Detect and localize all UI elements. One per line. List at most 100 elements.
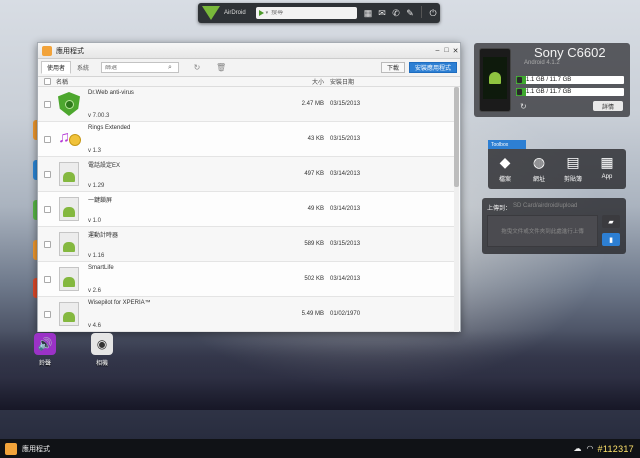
android-icon <box>489 72 501 84</box>
taskbar: 應用程式 ☁ ◠ #112317 <box>0 439 640 458</box>
select-all-checkbox[interactable] <box>38 78 56 85</box>
app-size: 2.47 MB <box>301 101 324 107</box>
table-row[interactable]: Wisepilot for XPERIA™ v 4.6 5.49 MB 01/02… <box>38 297 454 332</box>
table-row[interactable]: Dr.Web anti-virus v 7.00.3 2.47 MB 03/15/… <box>38 87 454 122</box>
power-icon[interactable]: ⏻ <box>426 6 440 20</box>
upload-file-button[interactable]: ▮ <box>602 233 620 246</box>
row-checkbox[interactable] <box>38 240 56 248</box>
apps-icon[interactable] <box>5 442 17 455</box>
details-button[interactable]: 詳情 <box>593 101 623 111</box>
app-size: 5.49 MB <box>301 311 324 317</box>
storage-text: 1.1 GB / 11.7 GB <box>526 89 572 95</box>
filter-input[interactable] <box>102 64 169 71</box>
app-version: v 1.16 <box>88 252 105 259</box>
storage-text: 1.1 GB / 11.7 GB <box>526 77 572 83</box>
app-name: 運動計時器 <box>88 232 119 239</box>
app-date: 03/14/2013 <box>330 206 361 212</box>
row-checkbox[interactable] <box>38 205 56 213</box>
speaker-icon: 🔊 <box>34 333 56 355</box>
app-name: 一鍵鎖屏 <box>88 197 113 204</box>
tool-label: App <box>601 174 613 180</box>
table-row[interactable]: 一鍵鎖屏 v 1.0 49 KB 03/14/2013 <box>38 192 454 227</box>
app-name: Dr.Web anti-virus <box>88 89 134 96</box>
app-name: 電話設定EX <box>88 162 121 169</box>
tool-files[interactable]: ◆ 檔案 <box>488 153 522 189</box>
app-size: 49 KB <box>307 206 324 212</box>
table-row[interactable]: SmartLife v 2.6 502 KB 03/14/2013 <box>38 262 454 297</box>
upload-dropzone[interactable]: 拖曳文件或文件夾到此處進行上傳 <box>487 215 598 247</box>
app-date: 03/15/2013 <box>330 101 361 107</box>
upload-folder-button[interactable]: ▰ <box>602 215 620 228</box>
grid-view-icon[interactable]: ▦ <box>361 6 375 20</box>
wifi-icon[interactable]: ◠ <box>587 444 594 453</box>
app-size: 502 KB <box>304 276 324 282</box>
app-version: v 1.0 <box>88 217 102 224</box>
table-row[interactable]: ♫ Rings Extended v 1.3 43 KB 03/15/2013 <box>38 122 454 157</box>
tool-url[interactable]: ◍ 網址 <box>522 153 556 189</box>
table-row[interactable]: 電話設定EX v 1.29 497 KB 03/14/2013 <box>38 157 454 192</box>
refresh-icon[interactable]: ↻ <box>191 62 203 74</box>
app-date: 03/15/2013 <box>330 136 361 142</box>
desktop-icon-ringtone[interactable]: 🔊 鈴聲 <box>30 333 60 367</box>
storage-bar-sd: 1.1 GB / 11.7 GB <box>516 88 624 96</box>
upload-label: 上傳到： <box>487 206 512 212</box>
android-doc-icon <box>59 162 79 186</box>
search-input[interactable] <box>271 10 352 16</box>
window-titlebar[interactable]: 應用程式 – □ ✕ <box>38 43 460 59</box>
close-icon[interactable]: ✕ <box>451 45 460 57</box>
search-icon[interactable]: ⌕ <box>168 64 172 72</box>
column-name[interactable]: 名稱 <box>56 77 284 86</box>
grid-icon: ▦ <box>600 153 614 170</box>
clock: #112317 <box>597 443 634 454</box>
row-checkbox[interactable] <box>38 100 56 108</box>
filter-box[interactable]: ⌕ <box>101 62 180 73</box>
toolbox-tab[interactable]: Toolbox <box>488 140 526 149</box>
table-row[interactable]: 運動計時器 v 1.16 589 KB 03/15/2013 <box>38 227 454 262</box>
app-name: Wisepilot for XPERIA™ <box>88 299 151 306</box>
refresh-icon[interactable]: ↻ <box>520 102 527 111</box>
clipboard-icon: ▤ <box>566 153 580 170</box>
row-checkbox[interactable] <box>38 170 56 178</box>
download-button[interactable]: 下載 <box>380 62 405 73</box>
message-icon[interactable]: ✉ <box>375 6 389 20</box>
app-version: v 4.6 <box>88 322 102 329</box>
column-date[interactable]: 安裝日期 <box>328 77 388 86</box>
app-date: 03/14/2013 <box>330 276 361 282</box>
tab-system[interactable]: 系統 <box>71 61 95 74</box>
android-doc-icon <box>59 267 79 291</box>
scrollbar[interactable] <box>454 87 459 332</box>
chevron-down-icon[interactable]: ▾ <box>266 10 269 16</box>
row-checkbox[interactable] <box>38 275 56 283</box>
android-version: Android 4.1.2 <box>524 60 560 66</box>
cloud-icon[interactable]: ☁ <box>574 444 582 453</box>
install-app-button[interactable]: 安裝應用程式 <box>408 62 457 73</box>
window-title: 應用程式 <box>56 47 84 55</box>
trash-icon[interactable]: 🗑 <box>215 62 227 74</box>
divider <box>421 6 422 18</box>
settings-icon[interactable]: ✎ <box>403 6 417 20</box>
taskbar-app-label[interactable]: 應用程式 <box>22 444 50 454</box>
tab-user[interactable]: 使用者 <box>41 61 72 74</box>
column-size[interactable]: 大小 <box>284 77 328 86</box>
scrollbar-thumb[interactable] <box>454 87 459 187</box>
phone-icon[interactable]: ✆ <box>389 6 403 20</box>
airdroid-brand[interactable]: AirDroid <box>198 3 254 23</box>
storage-bar-internal: 1.1 GB / 11.7 GB <box>516 76 624 84</box>
row-checkbox[interactable] <box>38 310 56 318</box>
search-box[interactable]: ▾ <box>255 7 357 19</box>
camera-icon: ◉ <box>91 333 113 355</box>
upload-path[interactable]: SD Card/airdroid/upload <box>513 203 577 209</box>
row-checkbox[interactable] <box>38 135 56 143</box>
sd-card-icon <box>517 77 522 83</box>
maximize-icon[interactable]: □ <box>442 45 451 57</box>
app-name: Rings Extended <box>88 124 131 131</box>
minimize-icon[interactable]: – <box>433 45 442 57</box>
tool-label: 網址 <box>532 177 545 183</box>
tool-clipboard[interactable]: ▤ 剪貼簿 <box>556 153 590 189</box>
android-doc-icon <box>59 197 79 221</box>
app-size: 589 KB <box>304 241 324 247</box>
tool-app[interactable]: ▦ App <box>590 153 624 189</box>
desktop-icon-camera[interactable]: ◉ 相機 <box>87 333 117 367</box>
app-name: SmartLife <box>88 264 114 271</box>
app-version: v 1.29 <box>88 182 105 189</box>
